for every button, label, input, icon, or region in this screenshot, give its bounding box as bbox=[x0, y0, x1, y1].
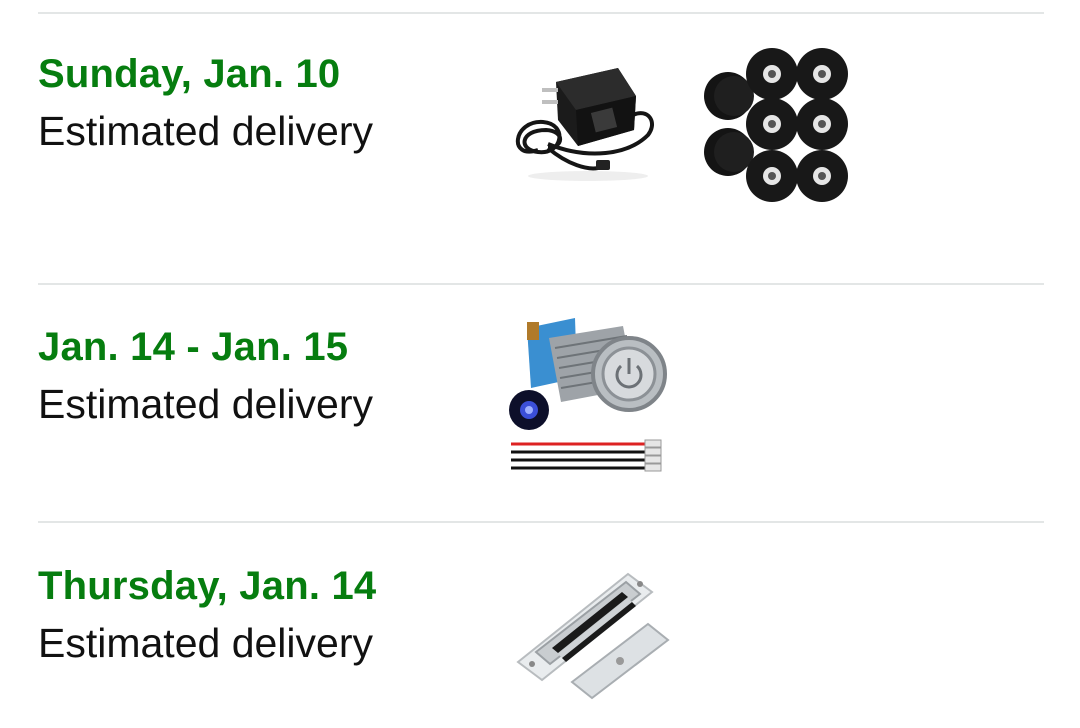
estimated-delivery-label: Estimated delivery bbox=[38, 381, 373, 427]
push-button-switch-product-image[interactable] bbox=[505, 318, 675, 478]
shipment-divider bbox=[38, 283, 1044, 285]
power-adapter-product-image[interactable] bbox=[508, 60, 668, 185]
shipment-divider bbox=[38, 521, 1044, 523]
magnetic-lock-product-image[interactable] bbox=[508, 570, 673, 705]
delivery-date: Jan. 14 - Jan. 15 bbox=[38, 325, 349, 369]
rubber-feet-product-image[interactable] bbox=[700, 44, 852, 206]
top-divider bbox=[38, 12, 1044, 14]
estimated-delivery-label: Estimated delivery bbox=[38, 108, 373, 154]
delivery-date: Thursday, Jan. 14 bbox=[38, 564, 377, 608]
delivery-date: Sunday, Jan. 10 bbox=[38, 52, 341, 96]
estimated-delivery-label: Estimated delivery bbox=[38, 620, 373, 666]
